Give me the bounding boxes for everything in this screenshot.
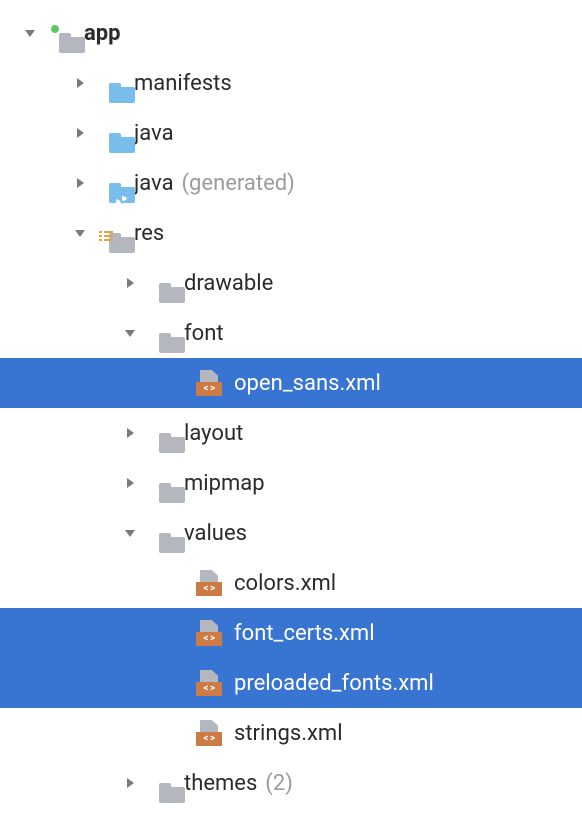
tree-item-suffix: (2) [265,771,293,796]
tree-row[interactable]: app [0,8,582,58]
xml-file-icon: < > [196,670,222,696]
folder-grey-icon [144,468,174,498]
tree-item-label: java [134,171,174,196]
xml-file-icon: < > [196,370,222,396]
tree-item-label: open_sans.xml [234,371,381,396]
folder-grey-icon [144,318,174,348]
tree-row[interactable]: java [0,108,582,158]
chevron-down-icon[interactable] [18,21,42,45]
tree-item-label: font [184,321,224,346]
folder-grey-icon [144,768,174,798]
xml-icon: < > [194,668,224,698]
chevron-down-icon[interactable] [118,321,142,345]
tree-row[interactable]: drawable [0,258,582,308]
chevron-down-icon[interactable] [118,521,142,545]
chevron-right-icon[interactable] [118,471,142,495]
folder-grey-icon [144,418,174,448]
folder-grey-icon [144,518,174,548]
tree-item-label: font_certs.xml [234,621,375,646]
xml-icon: < > [194,368,224,398]
tree-row[interactable]: res [0,208,582,258]
xml-file-icon: < > [196,620,222,646]
xml-icon: < > [194,568,224,598]
tree-row[interactable]: font [0,308,582,358]
tree-row[interactable]: < > preloaded_fonts.xml [0,658,582,708]
chevron-right-icon[interactable] [68,171,92,195]
xml-file-icon: < > [196,720,222,746]
chevron-right-icon[interactable] [118,421,142,445]
tree-item-label: app [84,21,121,46]
chevron-right-icon[interactable] [118,271,142,295]
chevron-right-icon[interactable] [68,121,92,145]
folder-blue-icon [94,118,124,148]
tree-row[interactable]: manifests [0,58,582,108]
tree-item-label: mipmap [184,471,265,496]
tree-row[interactable]: < > strings.xml [0,708,582,758]
project-tree: app manifests java java (generated) res drawab… [0,0,582,816]
chevron-right-icon[interactable] [68,71,92,95]
tree-item-label: res [134,221,164,246]
chevron-right-icon[interactable] [118,771,142,795]
tree-item-label: layout [184,421,243,446]
tree-row[interactable]: < > font_certs.xml [0,608,582,658]
tree-row[interactable]: values [0,508,582,558]
xml-icon: < > [194,618,224,648]
xml-icon: < > [194,718,224,748]
chevron-down-icon[interactable] [68,221,92,245]
tree-row[interactable]: < > open_sans.xml [0,358,582,408]
tree-row[interactable]: layout [0,408,582,458]
tree-item-label: colors.xml [234,571,336,596]
tree-row[interactable]: java (generated) [0,158,582,208]
tree-item-label: drawable [184,271,273,296]
folder-blue-icon [94,68,124,98]
folder-gen-icon [94,168,124,198]
tree-row[interactable]: mipmap [0,458,582,508]
folder-grey-icon [144,268,174,298]
tree-item-label: strings.xml [234,721,343,746]
folder-app-icon [44,18,74,48]
tree-item-label: preloaded_fonts.xml [234,671,434,696]
tree-row[interactable]: themes (2) [0,758,582,808]
tree-item-label: themes [184,771,257,796]
tree-item-label: values [184,521,247,546]
tree-item-label: manifests [134,71,232,96]
folder-res-icon [94,218,124,248]
xml-file-icon: < > [196,570,222,596]
tree-row[interactable]: < > colors.xml [0,558,582,608]
tree-item-label: java [134,121,174,146]
tree-item-suffix: (generated) [182,171,295,196]
